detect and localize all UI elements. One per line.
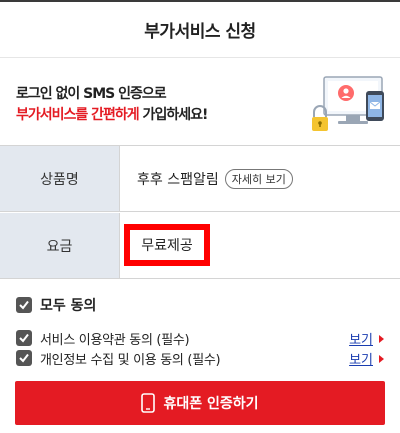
agree-terms-checkbox[interactable]: 서비스 이용약관 동의 (필수) 보기 (16, 328, 384, 348)
caret-right-icon (379, 354, 384, 363)
page: 부가서비스 신청 로그인 없이 SMS 인증으로 부가서비스를 간편하게 가입하… (0, 0, 400, 433)
agree-terms-label: 서비스 이용약관 동의 (필수) (40, 332, 190, 348)
details-button[interactable]: 자세히 보기 (224, 168, 293, 189)
product-name-value-wrap: 후후 스팸알림 자세히 보기 (137, 146, 293, 211)
check-icon[interactable] (16, 330, 32, 346)
computer-phone-lock-icon (312, 76, 384, 131)
view-privacy-label[interactable]: 보기 (349, 349, 373, 368)
agree-all-checkbox[interactable]: 모두 동의 (16, 295, 96, 315)
fee-value-highlight: 무료제공 (124, 224, 210, 266)
product-name-value: 후후 스팸알림 (137, 171, 219, 188)
phone-icon (141, 393, 156, 413)
header: 부가서비스 신청 (0, 2, 400, 58)
phone-verify-label: 휴대폰 인증하기 (163, 396, 259, 412)
fee-row: 요금 무료제공 (0, 213, 400, 279)
product-name-label: 상품명 (0, 146, 120, 211)
promo-banner: 로그인 없이 SMS 인증으로 부가서비스를 간편하게 가입하세요! (0, 59, 400, 144)
view-privacy-link[interactable]: 보기 (349, 349, 384, 368)
promo-line-2-rest: 가입하세요! (138, 107, 209, 123)
view-terms-link[interactable]: 보기 (349, 329, 384, 348)
check-icon[interactable] (16, 297, 32, 313)
page-title: 부가서비스 신청 (144, 22, 256, 42)
fee-value: 무료제공 (141, 238, 193, 254)
product-info-table: 상품명 후후 스팸알림 자세히 보기 요금 무료제공 (0, 145, 400, 279)
product-name-row: 상품명 후후 스팸알림 자세히 보기 (0, 146, 400, 212)
agree-privacy-checkbox[interactable]: 개인정보 수집 및 이용 동의 (필수) 보기 (16, 348, 384, 368)
agree-privacy-label: 개인정보 수집 및 이용 동의 (필수) (40, 352, 221, 368)
phone-verify-button[interactable]: 휴대폰 인증하기 (15, 381, 385, 425)
promo-highlight: 부가서비스를 간편하게 (16, 107, 140, 123)
check-icon[interactable] (16, 350, 32, 366)
promo-line-1: 로그인 없이 SMS 인증으로 (16, 86, 167, 102)
agree-all-label: 모두 동의 (40, 298, 97, 314)
promo-line-2: 부가서비스를 간편하게 가입하세요! (16, 104, 209, 124)
view-terms-label[interactable]: 보기 (349, 329, 373, 348)
fee-label: 요금 (0, 213, 120, 278)
caret-right-icon (379, 334, 384, 343)
